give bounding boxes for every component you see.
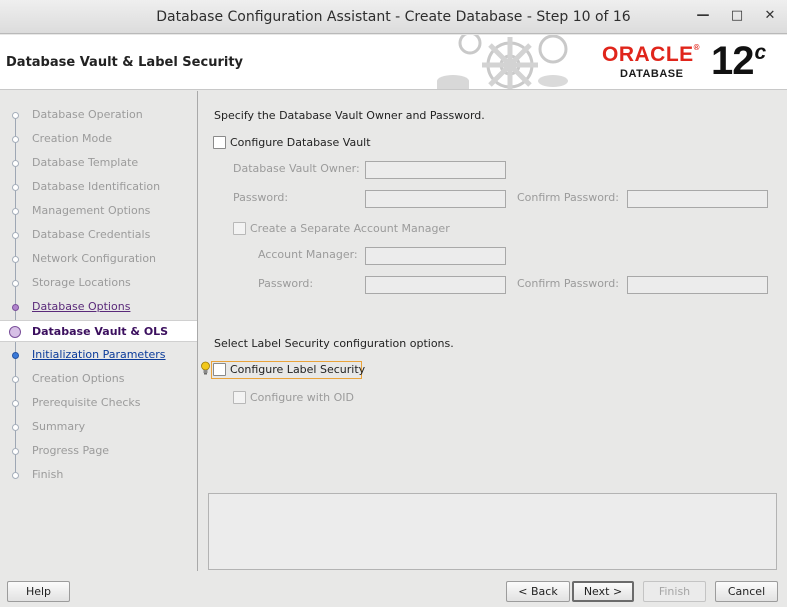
minimize-icon[interactable]: —: [695, 8, 711, 24]
separate-account-manager-label[interactable]: Create a Separate Account Manager: [250, 222, 450, 235]
configure-with-oid-label[interactable]: Configure with OID: [250, 391, 354, 404]
version-badge: 12c: [711, 39, 766, 83]
sidebar-step-label: Creation Mode: [32, 132, 113, 145]
step-status-dot-icon: [12, 280, 19, 287]
sidebar-step: Network Configuration: [0, 248, 197, 270]
sidebar-step: Database Vault & OLS: [0, 320, 197, 342]
step-status-dot-icon: [12, 472, 19, 479]
configure-label-security-label[interactable]: Configure Label Security: [230, 363, 365, 376]
sidebar-step-label: Creation Options: [32, 372, 125, 385]
help-button[interactable]: Help: [7, 581, 70, 602]
step-status-dot-icon: [12, 136, 19, 143]
account-manager-password-input[interactable]: [365, 276, 506, 294]
configure-with-oid-checkbox[interactable]: [233, 391, 246, 404]
window-title: Database Configuration Assistant - Creat…: [156, 9, 631, 25]
separate-account-manager-checkbox[interactable]: [233, 222, 246, 235]
sidebar-step-label: Prerequisite Checks: [32, 396, 141, 409]
lightbulb-hint-icon: [201, 361, 210, 375]
vault-password-input[interactable]: [365, 190, 506, 208]
step-status-dot-icon: [9, 326, 21, 338]
messages-panel: [208, 493, 777, 570]
sidebar-step: Database Template: [0, 152, 197, 174]
sidebar-step[interactable]: Initialization Parameters: [0, 344, 197, 366]
step-status-dot-icon: [12, 208, 19, 215]
step-status-dot-icon: [12, 424, 19, 431]
step-status-dot-icon: [12, 184, 19, 191]
configure-vault-label[interactable]: Configure Database Vault: [230, 136, 371, 149]
sidebar-step-label: Progress Page: [32, 444, 110, 457]
gears-decoration-icon: [437, 35, 568, 89]
wizard-footer: Help < Back Next > Finish Cancel: [0, 571, 787, 607]
sidebar-step: Summary: [0, 416, 197, 438]
configure-label-security-checkbox[interactable]: [213, 363, 226, 376]
sidebar-step-label: Finish: [32, 468, 64, 481]
sidebar-step-label: Summary: [32, 420, 86, 433]
sidebar-step-label[interactable]: Database Options: [32, 300, 130, 313]
sidebar-step-label: Storage Locations: [32, 276, 131, 289]
vault-password-label: Password:: [233, 191, 289, 204]
sidebar-step-label[interactable]: Initialization Parameters: [32, 348, 166, 361]
sidebar-step: Storage Locations: [0, 272, 197, 294]
vault-confirm-password-input[interactable]: [627, 190, 768, 208]
account-manager-password-label: Password:: [258, 277, 314, 290]
vault-confirm-password-label: Confirm Password:: [517, 191, 619, 204]
account-manager-confirm-password-label: Confirm Password:: [517, 277, 619, 290]
sidebar-step-label: Database Credentials: [32, 228, 151, 241]
sidebar-step: Creation Options: [0, 368, 197, 390]
page-header: Database Vault & Label Security ORACLE® …: [0, 35, 787, 90]
main-content: Specify the Database Vault Owner and Pas…: [199, 91, 787, 571]
step-status-dot-icon: [12, 304, 19, 311]
sidebar-step-label: Database Operation: [32, 108, 143, 121]
sidebar-step: Database Operation: [0, 104, 197, 126]
maximize-icon[interactable]: □: [729, 8, 745, 24]
label-security-instruction: Select Label Security configuration opti…: [214, 337, 454, 350]
step-status-dot-icon: [12, 112, 19, 119]
sidebar-step: Database Identification: [0, 176, 197, 198]
step-status-dot-icon: [12, 376, 19, 383]
page-title: Database Vault & Label Security: [6, 55, 244, 70]
vault-owner-label: Database Vault Owner:: [233, 162, 360, 175]
cancel-button[interactable]: Cancel: [715, 581, 778, 602]
sidebar-step: Database Credentials: [0, 224, 197, 246]
step-status-dot-icon: [12, 256, 19, 263]
vault-instruction: Specify the Database Vault Owner and Pas…: [214, 109, 485, 122]
oracle-logo: ORACLE®: [602, 43, 701, 66]
account-manager-label: Account Manager:: [258, 248, 358, 261]
step-status-dot-icon: [12, 232, 19, 239]
next-button[interactable]: Next >: [572, 581, 634, 602]
sidebar-step: Finish: [0, 464, 197, 486]
finish-button[interactable]: Finish: [643, 581, 706, 602]
sidebar-step: Progress Page: [0, 440, 197, 462]
step-status-dot-icon: [12, 160, 19, 167]
sidebar-step-label: Management Options: [32, 204, 151, 217]
sidebar-step: Creation Mode: [0, 128, 197, 150]
sidebar-step-label: Database Identification: [32, 180, 161, 193]
sidebar-step-label: Database Vault & OLS: [32, 325, 169, 338]
window-titlebar: Database Configuration Assistant - Creat…: [0, 0, 787, 34]
sidebar-step-label: Database Template: [32, 156, 139, 169]
sidebar-step[interactable]: Database Options: [0, 296, 197, 318]
close-icon[interactable]: ✕: [762, 8, 778, 24]
configure-vault-checkbox[interactable]: [213, 136, 226, 149]
sidebar-step: Prerequisite Checks: [0, 392, 197, 414]
database-wordmark: DATABASE: [620, 68, 684, 80]
account-manager-input[interactable]: [365, 247, 506, 265]
sidebar-step-label: Network Configuration: [32, 252, 157, 265]
account-manager-confirm-password-input[interactable]: [627, 276, 768, 294]
step-status-dot-icon: [12, 400, 19, 407]
step-status-dot-icon: [12, 448, 19, 455]
steps-sidebar: Database Operation Creation Mode Database …: [0, 91, 198, 571]
step-status-dot-icon: [12, 352, 19, 359]
sidebar-step: Management Options: [0, 200, 197, 222]
vault-owner-input[interactable]: [365, 161, 506, 179]
back-button[interactable]: < Back: [506, 581, 570, 602]
